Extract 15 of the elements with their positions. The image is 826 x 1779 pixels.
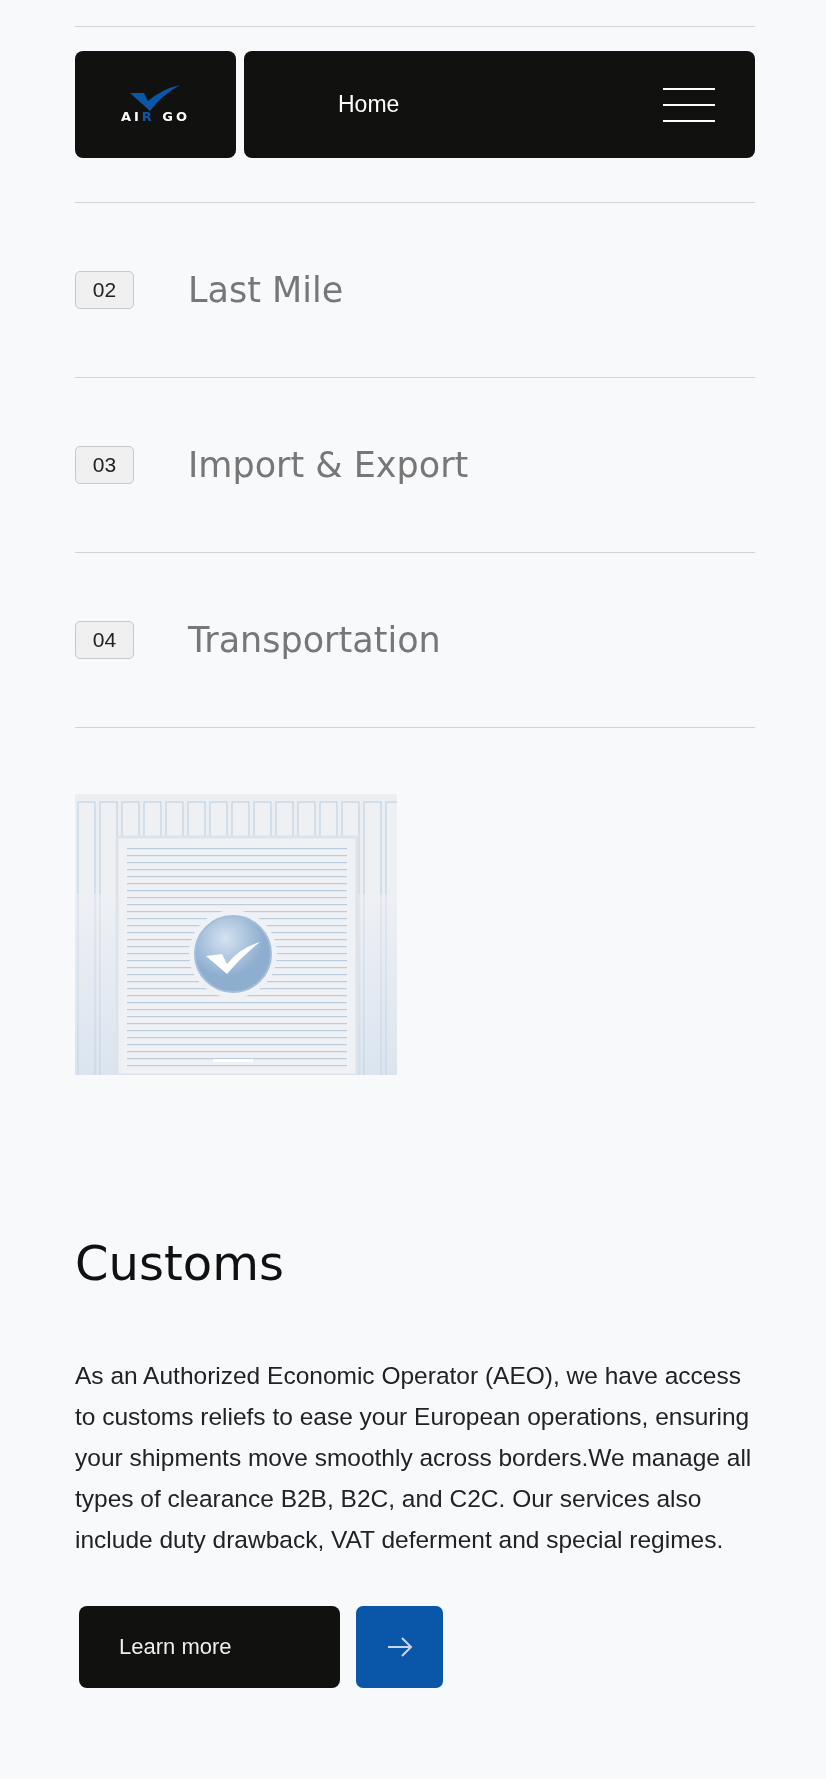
arrow-right-icon	[386, 1636, 413, 1657]
arrow-button[interactable]	[356, 1605, 443, 1688]
menu-icon[interactable]	[663, 87, 715, 122]
service-title[interactable]: Transportation	[188, 620, 441, 660]
number-badge: 03	[75, 446, 134, 484]
logo[interactable]: AI R GO	[75, 51, 236, 158]
section-heading: Customs	[75, 1235, 285, 1293]
service-title[interactable]: Import & Export	[188, 445, 469, 485]
service-title[interactable]: Last Mile	[188, 270, 344, 310]
description-text: As an Authorized Economic Operator (AEO), we have access to customs reliefs to ease your European operations, ensuring your shipments move smoothly across borders.We manage all types of clearance B2B, B2C, and C2C. Our services also include duty drawback, VAT deferment and special regimes.	[75, 1360, 753, 1555]
learn-more-button[interactable]: Learn more	[79, 1605, 340, 1688]
number-badge: 02	[75, 271, 134, 309]
number-badge: 04	[75, 621, 134, 659]
nav-link[interactable]: Home	[338, 91, 663, 118]
logo-text: AI R GO	[120, 109, 191, 124]
